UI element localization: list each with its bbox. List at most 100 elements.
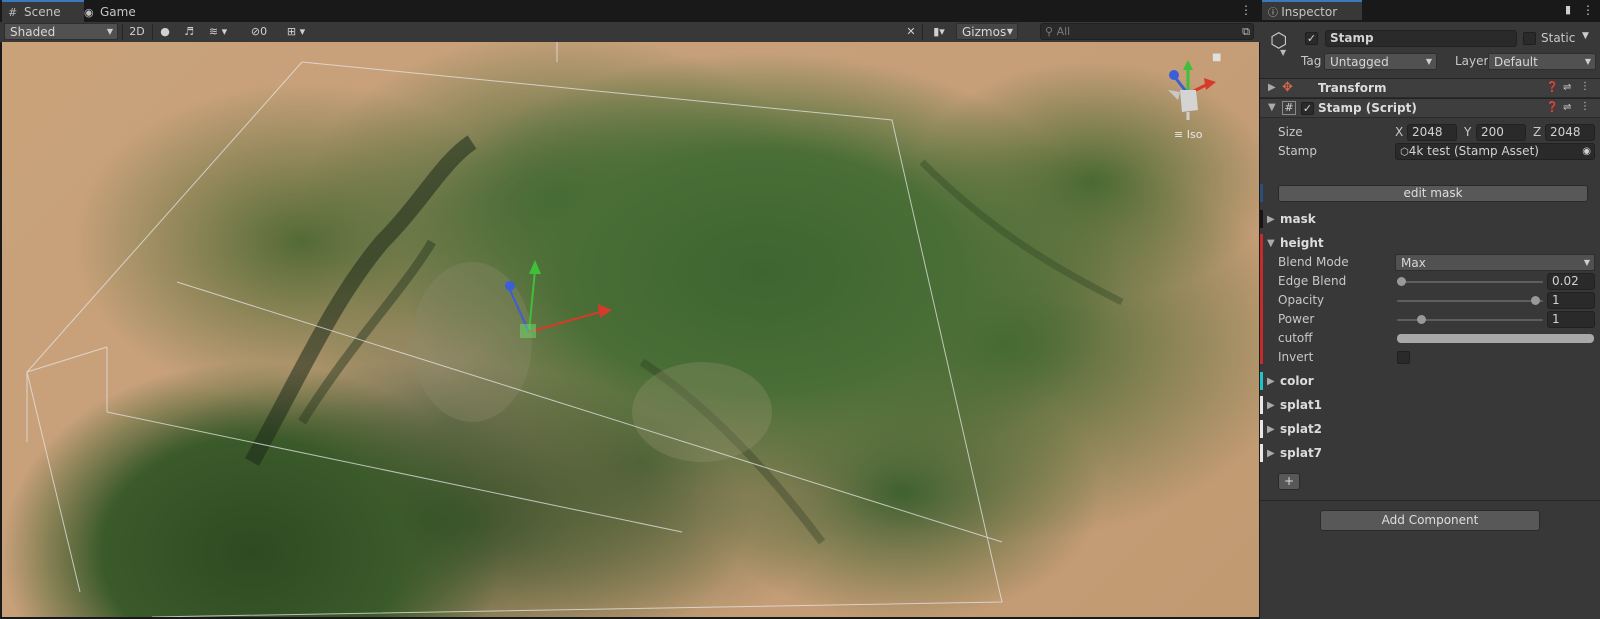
layer-dropdown[interactable]: Default ▼ [1488,53,1596,70]
stamp-asset-field[interactable]: ⬡4k test (Stamp Asset) ◉ [1395,143,1595,160]
chevron-right-icon[interactable]: ▶ [1267,448,1275,459]
hidden-objects-toggle[interactable]: ⊘0 [244,23,274,40]
tab-inspector-label: Inspector [1281,5,1338,19]
stamp-script-title: Stamp (Script) [1318,101,1417,115]
invert-checkbox[interactable] [1397,351,1410,364]
lock-icon[interactable]: ■ [1212,52,1221,63]
size-x-field[interactable]: 2048 [1407,124,1457,141]
gizmos-dropdown[interactable]: Gizmos ▼ [956,23,1018,40]
cutoff-range-slider[interactable] [1397,334,1594,343]
transform-title: Transform [1318,81,1387,95]
cutoff-label: cutoff [1278,331,1313,345]
projection-label-text: Iso [1186,128,1203,141]
section-splat2[interactable]: splat2 [1280,422,1322,436]
chevron-right-icon[interactable]: ▶ [1267,214,1275,225]
2d-toggle[interactable]: 2D [126,23,148,40]
projection-label[interactable]: ≡ Iso [1174,128,1202,141]
scene-more-icon[interactable]: ⋮ [1240,3,1252,17]
grid-snap-dropdown-icon[interactable]: ⊞ ▾ [280,23,312,40]
tools-icon[interactable]: ✕ [902,23,920,40]
edge-blend-field[interactable]: 0.02 [1547,273,1595,290]
blend-mode-dropdown[interactable]: Max ▼ [1395,254,1595,271]
tab-game[interactable]: ◉ Game [78,2,152,22]
component-more-icon[interactable]: ⋮ [1580,101,1590,112]
power-slider-knob[interactable] [1417,315,1426,324]
scene-search-input[interactable]: ⚲ All ⧉ [1040,23,1254,40]
chevron-down-icon[interactable]: ▼ [1280,48,1286,57]
section-mask[interactable]: mask [1280,212,1316,226]
audio-toggle-icon[interactable]: ♬ [180,23,198,40]
tag-label: Tag [1301,54,1322,68]
size-y-field[interactable]: 200 [1476,124,1526,141]
section-height[interactable]: height [1280,236,1324,250]
tab-inspector[interactable]: ⓘ Inspector [1262,0,1362,20]
hidden-count: 0 [260,25,268,38]
orientation-gizmo[interactable] [1160,54,1220,124]
info-icon: ⓘ [1268,8,1282,19]
toolbar-divider [922,24,923,40]
scene-tab-bar: # Scene ◉ Game ⋮ [0,0,1260,22]
section-color[interactable]: color [1280,374,1314,388]
mask-color-bar [1260,210,1263,228]
chevron-down-icon: ▼ [1006,27,1013,36]
shading-mode-dropdown[interactable]: Shaded ▼ [4,23,118,40]
section-splat1[interactable]: splat1 [1280,398,1322,412]
effects-dropdown-icon[interactable]: ≋ ▾ [204,23,232,40]
help-icon[interactable]: ❓ [1546,102,1558,113]
toolbar-divider [122,24,123,40]
static-label: Static [1541,31,1576,45]
size-z-label: Z [1533,125,1542,139]
help-icon[interactable]: ❓ [1546,82,1558,93]
lighting-toggle-icon[interactable]: ● [156,23,174,40]
edge-blend-slider-track[interactable] [1397,281,1543,283]
lock-icon[interactable]: ▮ [1565,3,1571,16]
grid-icon: # [8,6,18,19]
search-icon: ⚲ [1045,25,1054,38]
inspector-more-icon[interactable]: ⋮ [1582,3,1594,17]
object-picker-icon[interactable]: ◉ [1582,144,1591,159]
transform-icon: ✥ [1282,80,1293,95]
chevron-right-icon[interactable]: ▶ [1267,400,1275,411]
inspector-panel: ⓘ Inspector ▮ ⋮ ⬡ ▼ ✓ Stamp Static ▼ Tag… [1260,0,1600,619]
chevron-down-icon: ▼ [1425,57,1432,66]
chevron-down-icon: ▼ [1268,102,1276,113]
object-name-field[interactable]: Stamp [1325,30,1517,47]
color-section-bar [1260,372,1263,390]
chevron-down-icon[interactable]: ▼ [1267,238,1275,249]
chevron-down-icon[interactable]: ▼ [1582,31,1589,41]
component-more-icon[interactable]: ⋮ [1580,81,1590,92]
tag-value: Untagged [1330,55,1389,69]
tag-dropdown[interactable]: Untagged ▼ [1324,53,1437,70]
opacity-slider-knob[interactable] [1531,296,1540,305]
chevron-down-icon: ▼ [1584,57,1591,66]
section-splat7[interactable]: splat7 [1280,446,1322,460]
add-component-button[interactable]: Add Component [1320,510,1540,531]
add-layer-button[interactable]: + [1278,473,1300,490]
stamp-script-component-header[interactable]: ▼ # ✓ Stamp (Script) ❓ ⇌ ⋮ [1260,98,1600,118]
stamp-enabled-checkbox[interactable]: ✓ [1301,102,1314,115]
inspector-tab-bar: ⓘ Inspector ▮ ⋮ [1260,0,1600,22]
transform-component-header[interactable]: ▶ ✥ Transform ❓ ⇌ ⋮ [1260,78,1600,98]
blend-mode-label: Blend Mode [1278,255,1349,269]
power-field[interactable]: 1 [1547,311,1595,328]
search-options-icon[interactable]: ⧉ [1242,24,1250,39]
edit-mask-accent-bar [1260,184,1263,202]
edge-blend-slider-knob[interactable] [1397,277,1406,286]
static-checkbox[interactable] [1523,32,1536,45]
edit-mask-button[interactable]: edit mask [1278,185,1588,202]
chevron-right-icon[interactable]: ▶ [1267,424,1275,435]
preset-icon[interactable]: ⇌ [1563,82,1571,93]
edge-blend-label: Edge Blend [1278,274,1347,288]
size-label: Size [1278,125,1303,139]
preset-icon[interactable]: ⇌ [1563,102,1571,113]
active-checkbox[interactable]: ✓ [1305,32,1318,45]
chevron-right-icon[interactable]: ▶ [1267,376,1275,387]
scene-search-placeholder: All [1056,25,1071,38]
tab-scene[interactable]: # Scene [2,0,84,22]
opacity-slider-track[interactable] [1397,300,1543,302]
opacity-field[interactable]: 1 [1547,292,1595,309]
eye-hidden-icon: ⊘ [250,25,261,38]
size-z-field[interactable]: 2048 [1545,124,1595,141]
camera-dropdown-icon[interactable]: ▮▾ [926,23,952,40]
scene-viewport[interactable]: ≡ Iso ■ [2,42,1259,617]
